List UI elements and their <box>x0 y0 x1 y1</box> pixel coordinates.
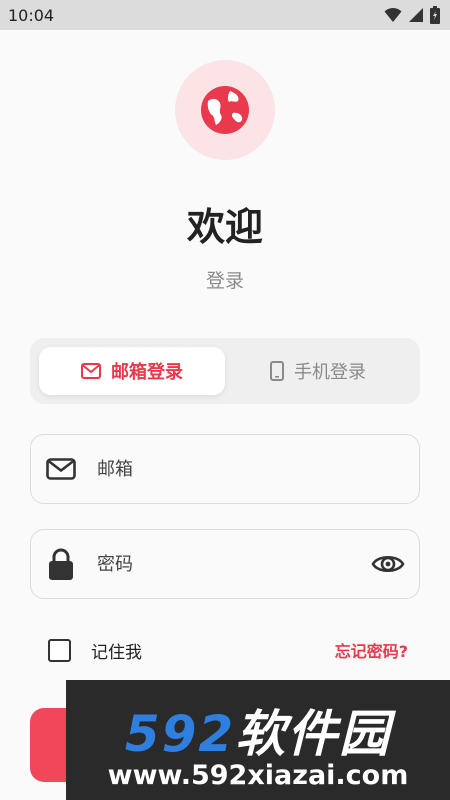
watermark-banner: 592软件园 www.592xiazai.com <box>66 680 450 800</box>
watermark-brand: 592软件园 <box>66 694 450 766</box>
page-subtitle: 登录 <box>205 270 244 292</box>
tab-phone-login[interactable]: 手机登录 <box>225 347 411 395</box>
eye-icon <box>371 555 405 573</box>
mail-icon <box>46 458 76 480</box>
page-title: 欢迎 <box>186 205 263 249</box>
watermark-number: 592 <box>124 705 236 763</box>
remember-row: 记住我 忘记密码? <box>48 636 408 664</box>
tab-email-login[interactable]: 邮箱登录 <box>39 347 225 395</box>
watermark-text: 软件园 <box>235 705 392 763</box>
status-icons <box>384 6 440 24</box>
watermark-url: www.592xiazai.com <box>107 760 409 791</box>
password-field-icon <box>45 548 77 580</box>
remember-label: 记住我 <box>91 642 142 663</box>
email-field-icon <box>45 458 77 480</box>
forgot-password-link[interactable]: 忘记密码? <box>335 638 408 662</box>
toggle-password-visibility[interactable] <box>371 552 405 576</box>
lock-icon <box>49 548 73 580</box>
wifi-icon <box>384 7 402 22</box>
remember-checkbox[interactable] <box>48 638 71 662</box>
mail-icon <box>81 363 101 379</box>
phone-icon <box>270 361 284 381</box>
email-field[interactable] <box>30 434 420 504</box>
login-tabs: 邮箱登录 手机登录 <box>30 338 420 404</box>
status-bar: 10:04 <box>0 0 450 30</box>
email-input[interactable] <box>97 458 405 480</box>
battery-icon <box>430 6 440 24</box>
logo <box>175 60 275 160</box>
status-time: 10:04 <box>8 5 55 25</box>
signal-icon <box>409 8 423 22</box>
globe-icon <box>201 86 249 134</box>
remember-me[interactable]: 记住我 <box>48 638 142 663</box>
tab-email-label: 邮箱登录 <box>111 362 183 383</box>
password-field[interactable] <box>30 529 420 599</box>
tab-phone-label: 手机登录 <box>294 362 366 383</box>
password-input[interactable] <box>97 553 371 575</box>
